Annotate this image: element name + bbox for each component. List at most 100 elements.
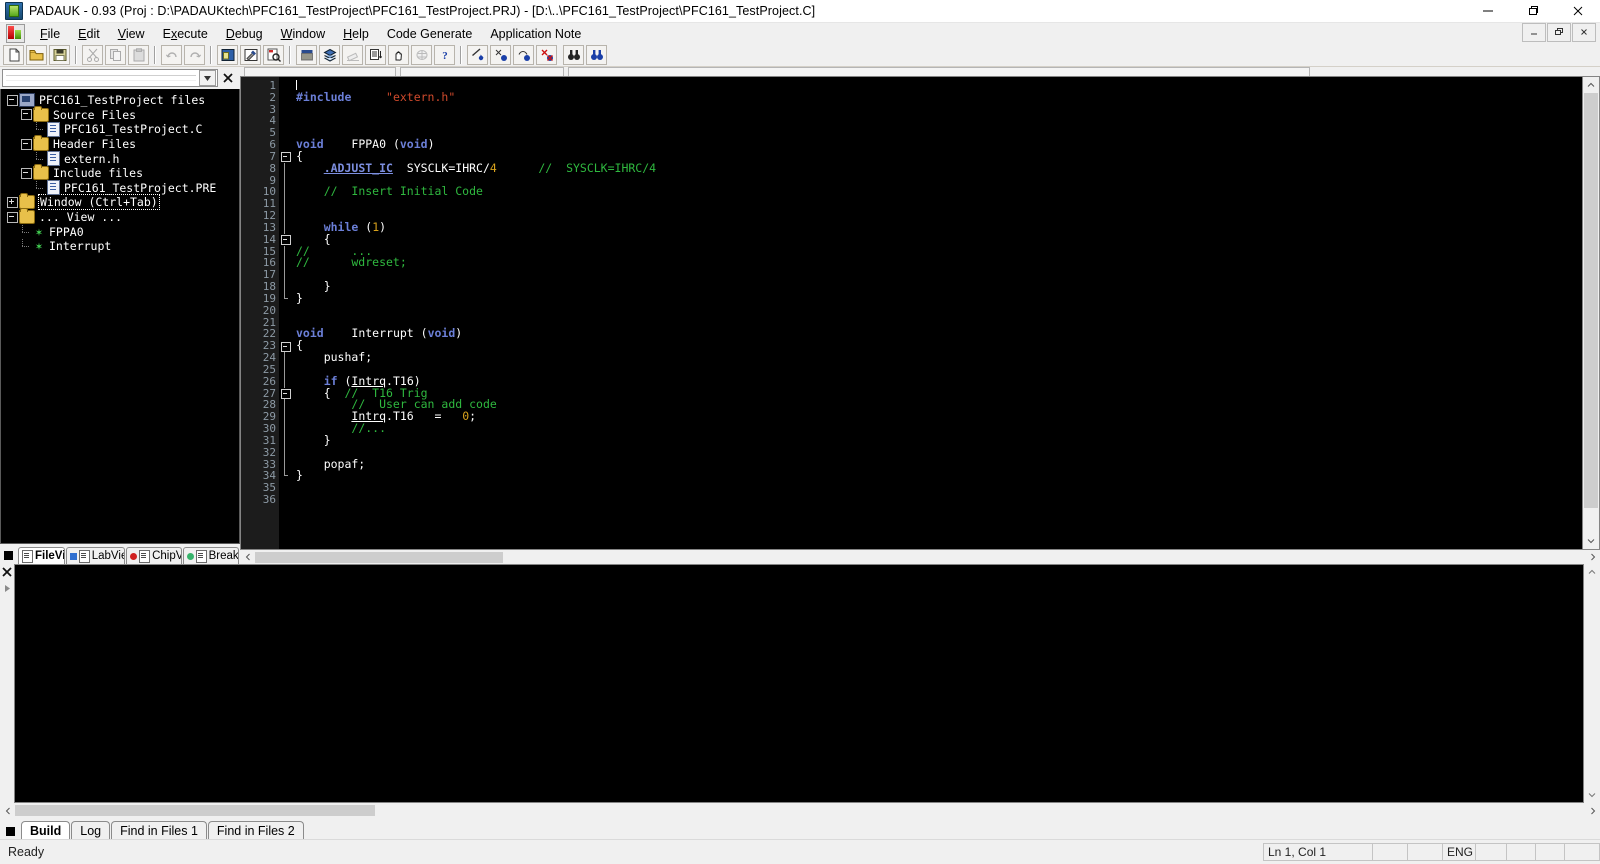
code-folding-column[interactable]	[279, 77, 293, 549]
step-over-icon[interactable]	[513, 45, 534, 65]
scroll-up-icon[interactable]	[1583, 77, 1599, 93]
binoculars-find-icon[interactable]	[563, 45, 584, 65]
menu-item-execute[interactable]: Execute	[154, 25, 217, 43]
tree-item[interactable]: Header Files	[5, 137, 239, 152]
fold-marker[interactable]	[279, 388, 293, 400]
menu-item-help[interactable]: Help	[334, 25, 378, 43]
save-disk-icon[interactable]	[49, 45, 70, 65]
tab-build[interactable]: Build	[21, 821, 70, 839]
editor-hscroll-track[interactable]	[255, 551, 1585, 564]
undo-icon[interactable]	[161, 45, 182, 65]
stop-debug-icon[interactable]	[536, 45, 557, 65]
tree-item[interactable]: PFC161_TestProject.PRE	[5, 181, 239, 196]
close-icon[interactable]	[1555, 0, 1600, 22]
tree-toggle-icon[interactable]	[5, 93, 19, 107]
fold-marker	[279, 139, 293, 151]
tree-item[interactable]: ✶FPPA0	[5, 224, 239, 239]
paste-clipboard-icon[interactable]	[128, 45, 149, 65]
editor-vertical-scrollbar[interactable]	[1582, 77, 1599, 549]
copy-icon[interactable]	[105, 45, 126, 65]
editor-vscroll-thumb[interactable]	[1584, 93, 1598, 508]
tab-lab-view[interactable]: LabVie	[66, 547, 125, 564]
ic-chip-icon[interactable]	[411, 45, 432, 65]
download-layers-icon[interactable]	[319, 45, 340, 65]
tree-item[interactable]: ... View ...	[5, 210, 239, 225]
project-tree[interactable]: PFC161_TestProject filesSource FilesPFC1…	[0, 89, 240, 544]
output-vertical-scrollbar[interactable]	[1584, 564, 1600, 803]
tree-item[interactable]: ✶Interrupt	[5, 239, 239, 254]
tree-item[interactable]: Include files	[5, 166, 239, 181]
output-vscroll-track[interactable]	[1584, 580, 1600, 787]
tab-chip-view[interactable]: ChipV	[126, 547, 182, 564]
editor-vscroll-track[interactable]	[1583, 93, 1599, 533]
tree-toggle-icon[interactable]	[19, 166, 33, 180]
chip-programmer-icon[interactable]	[296, 45, 317, 65]
maximize-icon[interactable]	[1510, 0, 1555, 22]
redo-icon[interactable]	[184, 45, 205, 65]
tree-item[interactable]: Source Files	[5, 108, 239, 123]
project-window-icon[interactable]	[217, 45, 238, 65]
editor-tab-ghost-3[interactable]	[568, 67, 1310, 76]
fold-marker[interactable]	[279, 151, 293, 163]
list-order-icon[interactable]	[365, 45, 386, 65]
code-view[interactable]: 1234567891011121314151617181920212223242…	[241, 77, 1582, 549]
scroll-down-icon[interactable]	[1583, 533, 1599, 549]
tree-toggle-icon[interactable]	[19, 137, 33, 151]
mdi-minimize-icon[interactable]	[1522, 23, 1546, 42]
run-go-icon[interactable]	[467, 45, 488, 65]
menu-item-view[interactable]: View	[109, 25, 154, 43]
close-icon[interactable]	[2, 566, 12, 580]
erase-icon[interactable]	[342, 45, 363, 65]
output-horizontal-scrollbar[interactable]	[0, 803, 1600, 818]
tree-toggle-icon[interactable]	[19, 108, 33, 122]
tree-toggle-icon[interactable]	[5, 195, 19, 209]
menu-item-debug[interactable]: Debug	[217, 25, 272, 43]
build-hammer-icon[interactable]	[240, 45, 261, 65]
editor-tab-ghost-2[interactable]	[400, 67, 564, 76]
tree-toggle-icon[interactable]	[5, 210, 19, 224]
new-file-icon[interactable]	[3, 45, 24, 65]
cut-scissors-icon[interactable]	[82, 45, 103, 65]
collapse-arrow-icon[interactable]	[4, 584, 11, 594]
tab-breakpoint-view[interactable]: Break'	[183, 547, 239, 564]
menu-item-application-note[interactable]: Application Note	[481, 25, 590, 43]
output-hscroll-track[interactable]	[15, 804, 1585, 817]
code-text-area[interactable]: #include "extern.h" void FPPA0 (void){ .…	[293, 77, 1582, 549]
tab-find-in-files-2[interactable]: Find in Files 2	[208, 821, 304, 839]
editor-horizontal-scrollbar[interactable]	[240, 550, 1600, 564]
mdi-restore-icon[interactable]	[1547, 23, 1571, 42]
tab-find-in-files-1[interactable]: Find in Files 1	[111, 821, 207, 839]
tabstrip-marker	[4, 551, 13, 560]
scroll-right-icon[interactable]	[1585, 551, 1600, 564]
step-into-icon[interactable]	[490, 45, 511, 65]
tab-file-view[interactable]: FileVi	[18, 547, 65, 564]
find-in-files-icon[interactable]	[263, 45, 284, 65]
editor-tab-ghost-1[interactable]	[244, 67, 396, 76]
chevron-down-icon[interactable]	[199, 70, 216, 86]
find-next-icon[interactable]	[586, 45, 607, 65]
output-scroll-left-icon[interactable]	[0, 804, 15, 817]
fold-marker[interactable]	[279, 234, 293, 246]
mdi-close-icon[interactable]	[1572, 23, 1596, 42]
menu-item-file[interactable]: File	[31, 25, 69, 43]
menu-item-edit[interactable]: Edit	[69, 25, 109, 43]
help-question-icon[interactable]: ?	[434, 45, 455, 65]
scroll-left-icon[interactable]	[240, 551, 255, 564]
output-scroll-right-icon[interactable]	[1585, 804, 1600, 817]
output-scroll-up-icon[interactable]	[1584, 564, 1600, 580]
tree-item[interactable]: Window (Ctrl+Tab)	[5, 195, 239, 210]
menu-item-window[interactable]: Window	[272, 25, 334, 43]
file-panel-combobox[interactable]	[2, 69, 218, 87]
editor-hscroll-thumb[interactable]	[255, 552, 503, 563]
hand-icon[interactable]	[388, 45, 409, 65]
output-scroll-down-icon[interactable]	[1584, 787, 1600, 803]
fold-marker[interactable]	[279, 340, 293, 352]
document-app-icon	[6, 24, 25, 43]
build-output-console[interactable]	[14, 564, 1584, 803]
open-folder-icon[interactable]	[26, 45, 47, 65]
tab-log[interactable]: Log	[71, 821, 110, 839]
minimize-icon[interactable]	[1465, 0, 1510, 22]
close-icon[interactable]	[220, 70, 236, 86]
output-hscroll-thumb[interactable]	[15, 805, 375, 816]
menu-item-code-generate[interactable]: Code Generate	[378, 25, 481, 43]
